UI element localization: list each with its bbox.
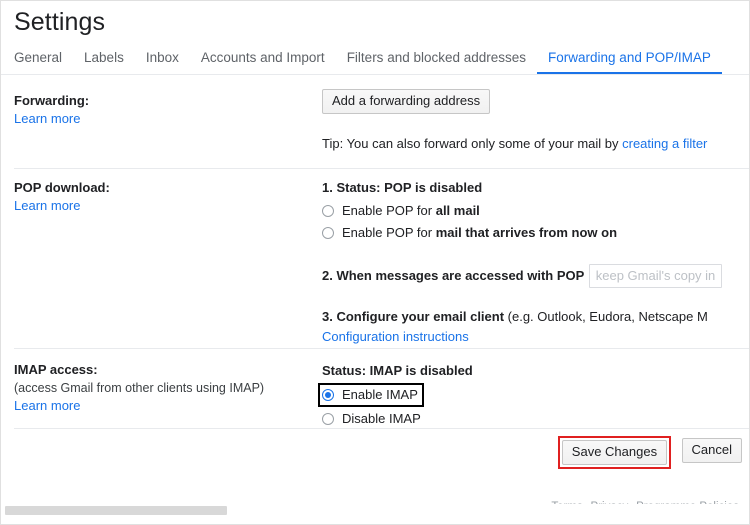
tab-forwarding-and-pop-imap[interactable]: Forwarding and POP/IMAP <box>537 48 722 74</box>
horizontal-scrollbar-thumb[interactable] <box>5 506 227 515</box>
pop-option-all-mail[interactable]: Enable POP for all mail <box>322 201 749 221</box>
cancel-button[interactable]: Cancel <box>681 438 742 463</box>
forwarding-section: Forwarding: Learn more Add a forwarding … <box>1 87 749 165</box>
pop-all-mail-radio[interactable] <box>322 205 334 217</box>
action-buttons-row: Save Changes Cancel <box>1 436 749 471</box>
forwarding-tip: Tip: You can also forward only some of y… <box>322 134 749 154</box>
creating-a-filter-link[interactable]: creating a filter <box>622 136 707 151</box>
imap-content-column: Status: IMAP is disabled Enable IMAP Dis… <box>318 361 749 429</box>
pop-from-now-on-label: Enable POP for mail that arrives from no… <box>342 225 618 240</box>
pop-step1-prefix: 1. Status: <box>322 180 385 195</box>
pop-step3-label: 3. Configure your email client (e.g. Out… <box>322 307 749 327</box>
forwarding-label: Forwarding: <box>14 93 90 108</box>
action-buttons-group: Save Changes Cancel <box>557 436 742 469</box>
imap-access-section: IMAP access: (access Gmail from other cl… <box>1 356 749 426</box>
imap-enable-radio[interactable] <box>322 389 334 401</box>
settings-tabs: General Labels Inbox Accounts and Import… <box>1 48 749 75</box>
add-forwarding-address-button[interactable]: Add a forwarding address <box>322 89 491 114</box>
pop-from-now-on-radio[interactable] <box>322 227 334 239</box>
pop-content-column: 1. Status: POP is disabled Enable POP fo… <box>322 178 749 346</box>
configuration-instructions-link[interactable]: Configuration instructions <box>322 328 749 346</box>
imap-learn-more-link[interactable]: Learn more <box>14 398 80 413</box>
pop-step3-rest: (e.g. Outlook, Eudora, Netscape M <box>504 309 708 324</box>
tab-general[interactable]: General <box>1 48 73 74</box>
imap-enable-highlight-wrapper: Enable IMAP <box>318 383 749 407</box>
divider-after-pop <box>14 348 749 349</box>
pop-option-from-now-on[interactable]: Enable POP for mail that arrives from no… <box>322 223 749 243</box>
divider-after-forwarding <box>14 168 749 169</box>
forwarding-learn-more-link[interactable]: Learn more <box>14 111 80 126</box>
pop-step2-label: 2. When messages are accessed with POP <box>322 268 585 284</box>
pop-download-section: POP download: Learn more 1. Status: POP … <box>1 176 749 344</box>
imap-label-column: IMAP access: (access Gmail from other cl… <box>14 361 314 415</box>
forwarding-label-column: Forwarding: Learn more <box>14 92 314 128</box>
imap-access-sublabel: (access Gmail from other clients using I… <box>14 381 265 395</box>
pop-download-label: POP download: <box>14 180 110 195</box>
pop-step1-status: 1. Status: POP is disabled <box>322 178 749 198</box>
settings-page: Settings General Labels Inbox Accounts a… <box>0 0 750 525</box>
imap-access-label: IMAP access: <box>14 362 98 377</box>
tab-accounts-and-import[interactable]: Accounts and Import <box>190 48 336 74</box>
pop-step2-row: 2. When messages are accessed with POP k… <box>322 264 749 288</box>
imap-status: Status: IMAP is disabled <box>322 363 473 378</box>
forwarding-content-column: Add a forwarding address Tip: You can al… <box>322 89 749 154</box>
pop-step1-value: POP is disabled <box>384 180 483 195</box>
pop-step3-bold: 3. Configure your email client <box>322 309 505 324</box>
imap-enable-label: Enable IMAP <box>342 387 418 402</box>
pop-learn-more-link[interactable]: Learn more <box>14 198 80 213</box>
imap-enable-highlight-box: Enable IMAP <box>318 383 424 407</box>
save-changes-button[interactable]: Save Changes <box>561 440 668 465</box>
imap-disable-label: Disable IMAP <box>342 411 421 426</box>
imap-option-enable[interactable]: Enable IMAP <box>322 385 418 405</box>
forwarding-tip-text: Tip: You can also forward only some of y… <box>322 136 623 151</box>
imap-option-disable[interactable]: Disable IMAP <box>322 409 749 429</box>
tab-filters-and-blocked-addresses[interactable]: Filters and blocked addresses <box>336 48 537 74</box>
save-changes-highlight-box: Save Changes <box>557 436 672 469</box>
divider-after-imap <box>14 428 749 429</box>
pop-all-mail-label: Enable POP for all mail <box>342 203 480 218</box>
page-title: Settings <box>14 8 106 36</box>
tabs-underline <box>1 74 749 75</box>
tab-labels[interactable]: Labels <box>73 48 135 74</box>
imap-disable-radio[interactable] <box>322 413 334 425</box>
tab-inbox[interactable]: Inbox <box>135 48 190 74</box>
pop-retention-select[interactable]: keep Gmail's copy in <box>588 264 723 288</box>
pop-label-column: POP download: Learn more <box>14 179 314 215</box>
